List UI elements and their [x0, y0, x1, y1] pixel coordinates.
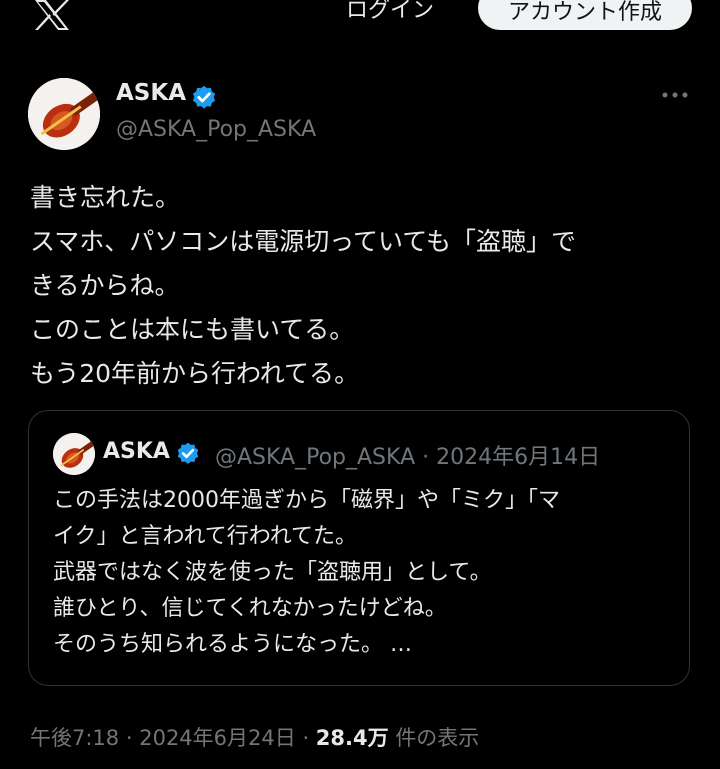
signup-button[interactable]: アカウント作成 — [478, 0, 692, 30]
verified-badge-icon — [192, 85, 216, 109]
quoted-text-line: そのうち知られるようになった。 … — [53, 632, 412, 657]
quoted-author-name: ASKA — [103, 439, 170, 464]
author-name[interactable]: ASKA — [116, 80, 186, 106]
verified-badge-icon — [177, 442, 199, 464]
tweet-text-line: もう20年前から行われてる。 — [30, 359, 360, 388]
views-count: 28.4万 — [315, 726, 389, 750]
separator-dot: · — [422, 445, 437, 470]
x-logo-icon[interactable] — [32, 0, 72, 30]
tweet-text: 書き忘れた。 スマホ、パソコンは電源切っていても「盗聴」で きるからね。 このこ… — [30, 176, 700, 396]
quoted-text-line: 誰ひとり、信じてくれなかったけどね。 — [53, 596, 447, 621]
quoted-text-line: イク」と言われて行われてた。 — [53, 524, 358, 549]
quoted-text-line: 武器ではなく波を使った「盗聴用」として。 — [53, 560, 492, 585]
tweet-text-line: きるからね。 — [30, 271, 180, 300]
more-options-icon[interactable] — [660, 88, 690, 102]
tweet-time[interactable]: 午後7:18 — [30, 726, 119, 750]
views-label: 件の表示 — [395, 726, 480, 750]
quoted-tweet-text: この手法は2000年過ぎから「磁界」や「ミク」「マ イク」と言われて行われてた。… — [53, 483, 673, 663]
quoted-avatar — [53, 433, 95, 475]
author-handle[interactable]: @ASKA_Pop_ASKA — [116, 117, 316, 142]
violin-bass-icon — [53, 433, 95, 475]
quoted-handle-date: @ASKA_Pop_ASKA · 2024年6月14日 — [215, 439, 600, 471]
tweet-date[interactable]: 2024年6月24日 — [139, 726, 296, 750]
top-bar: ログイン アカウント作成 — [0, 0, 720, 40]
avatar[interactable] — [28, 78, 100, 150]
login-link[interactable]: ログイン — [346, 0, 434, 24]
quoted-author-handle: @ASKA_Pop_ASKA — [215, 445, 416, 470]
violin-bass-icon — [28, 78, 100, 150]
tweet-text-line: スマホ、パソコンは電源切っていても「盗聴」で — [30, 227, 577, 256]
tweet-text-line: 書き忘れた。 — [30, 183, 181, 212]
quoted-tweet-card[interactable]: ASKA @ASKA_Pop_ASKA · 2024年6月14日 この手法は20… — [28, 410, 690, 686]
quoted-date: 2024年6月14日 — [436, 445, 601, 470]
tweet-metadata: 午後7:18 · 2024年6月24日 · 28.4万 件の表示 — [30, 722, 479, 752]
separator-dot: · — [302, 726, 316, 750]
separator-dot: · — [125, 726, 140, 750]
tweet-text-line: このことは本にも書いてる。 — [30, 315, 355, 344]
quoted-text-line: この手法は2000年過ぎから「磁界」や「ミク」「マ — [53, 488, 560, 513]
